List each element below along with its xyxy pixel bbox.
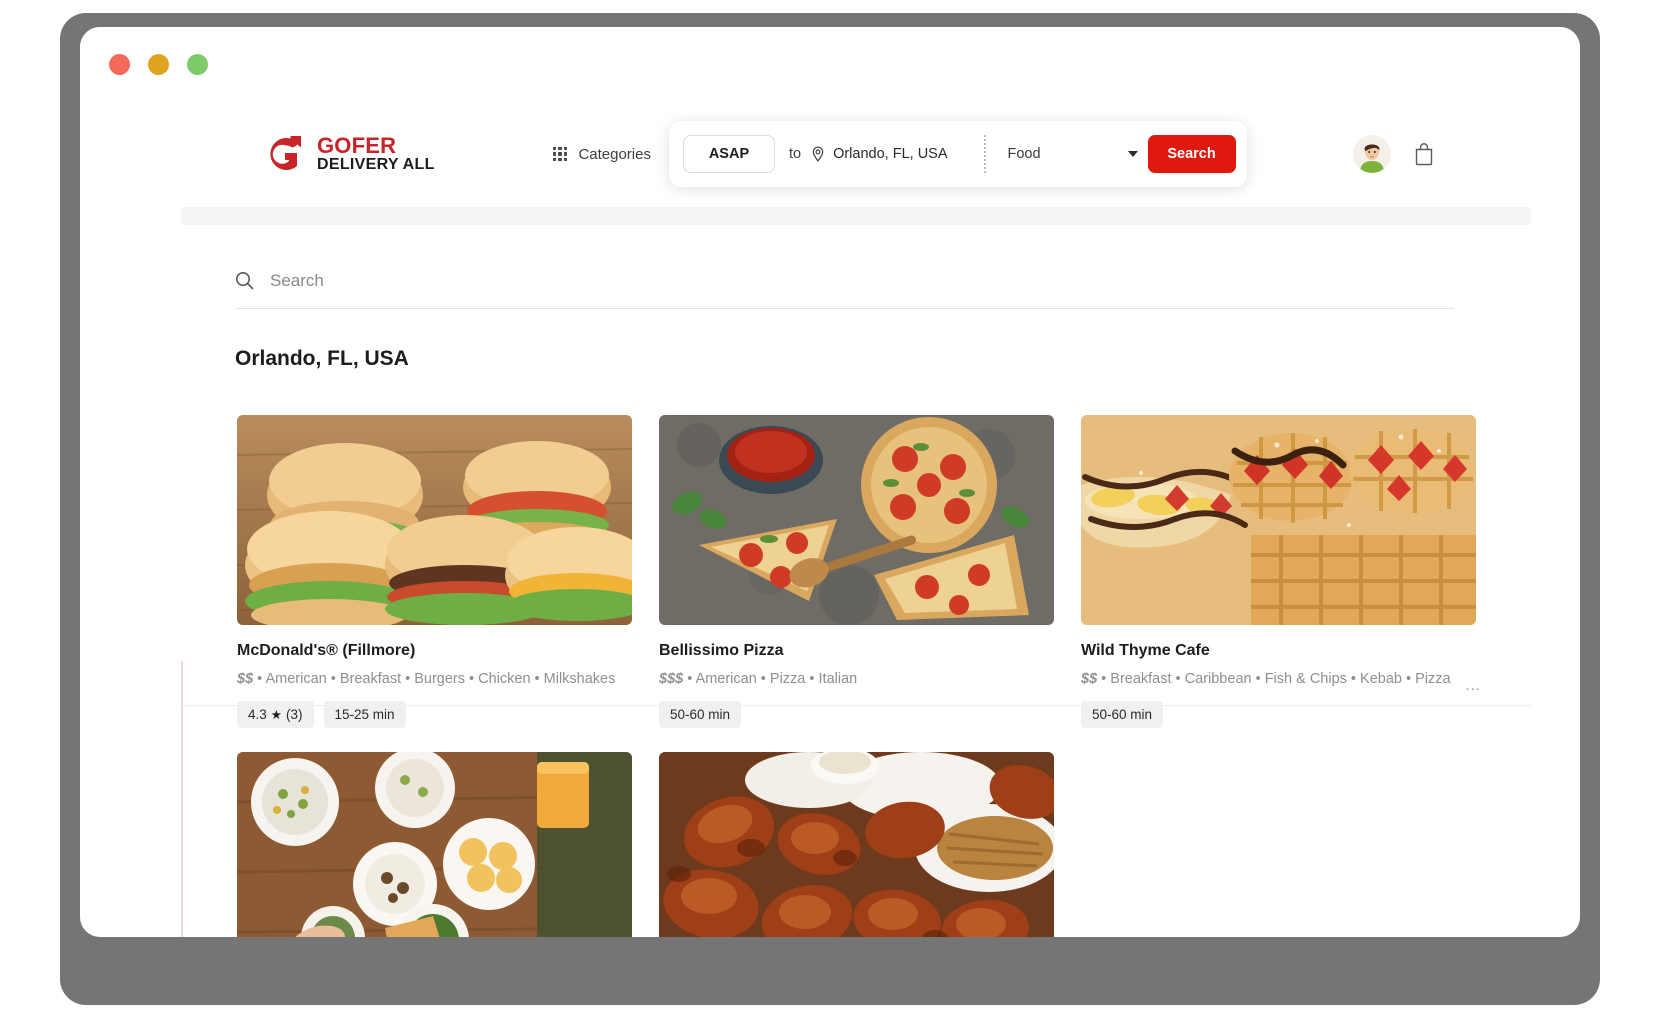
- restaurant-card[interactable]: [237, 752, 632, 937]
- star-icon: ★: [270, 708, 282, 722]
- restaurant-name: Wild Thyme Cafe: [1081, 642, 1210, 659]
- restaurant-meta: $$ • Breakfast • Caribbean • Fish & Chip…: [1081, 671, 1476, 687]
- shopping-bag-icon[interactable]: [1413, 142, 1435, 166]
- traffic-light-buttons: [109, 53, 208, 75]
- restaurant-image[interactable]: [1081, 415, 1476, 625]
- delivery-time-badge: 50-60 min: [659, 701, 742, 728]
- rating-count: (3): [286, 707, 303, 722]
- brand-tagline: DELIVERY ALL: [317, 156, 435, 174]
- brand-name: GOFER: [317, 133, 397, 159]
- chevron-down-icon: [1127, 151, 1138, 157]
- brand-logo[interactable]: GOFER DELIVERY ALL: [265, 133, 435, 175]
- rating-badge: 4.3 ★ (3): [237, 701, 314, 728]
- cuisine-tags: • American • Breakfast • Burgers • Chick…: [257, 671, 616, 687]
- to-label: to: [788, 146, 802, 162]
- close-window-button[interactable]: [109, 53, 130, 75]
- page-search-row[interactable]: Search: [235, 253, 1454, 309]
- minimize-window-button[interactable]: [148, 53, 169, 75]
- restaurant-image[interactable]: [659, 752, 1054, 937]
- restaurant-name: McDonald's® (Fillmore): [237, 642, 416, 659]
- gofer-logo-icon: [265, 133, 307, 175]
- grid-icon: [552, 146, 568, 162]
- restaurant-image[interactable]: [237, 752, 632, 937]
- page-title: Orlando, FL, USA: [235, 347, 409, 370]
- cuisine-tags: • American • Pizza • Italian: [687, 671, 858, 687]
- restaurant-meta: $$ • American • Breakfast • Burgers • Ch…: [237, 671, 632, 687]
- categories-label: Categories: [578, 145, 651, 163]
- restaurant-card[interactable]: McDonald's® (Fillmore) $$ • American • B…: [237, 415, 632, 728]
- price-level: $$$: [659, 671, 684, 687]
- browser-window: GOFER DELIVERY ALL Categories ASAP to Or…: [80, 27, 1580, 937]
- category-select[interactable]: Food: [1008, 146, 1138, 162]
- price-level: $$: [1081, 671, 1098, 687]
- categories-button[interactable]: Categories: [552, 145, 651, 163]
- search-button[interactable]: Search: [1147, 135, 1236, 173]
- user-avatar[interactable]: [1353, 135, 1391, 173]
- search-icon: [235, 271, 254, 290]
- vertical-divider: [983, 135, 986, 173]
- price-level: $$: [237, 671, 254, 687]
- restaurant-badges: 50-60 min: [659, 701, 1054, 728]
- location-pin-icon: [810, 146, 826, 162]
- restaurant-meta: $$$ • American • Pizza • Italian: [659, 671, 1054, 687]
- header-underlay-strip: [181, 207, 1531, 225]
- location-value[interactable]: Orlando, FL, USA: [833, 146, 947, 162]
- rating-value: 4.3: [248, 707, 267, 722]
- page-body: Search Orlando, FL, USA McDonald's® (Fil…: [181, 225, 1531, 937]
- window-titlebar: [80, 27, 1580, 101]
- restaurant-badges: 4.3 ★ (3) 15-25 min: [237, 701, 632, 728]
- restaurant-image[interactable]: [659, 415, 1054, 625]
- restaurant-card[interactable]: Wild Thyme Cafe $$ • Breakfast • Caribbe…: [1081, 415, 1480, 728]
- restaurant-card[interactable]: [659, 752, 1054, 937]
- restaurant-card-grid: McDonald's® (Fillmore) $$ • American • B…: [237, 415, 1480, 937]
- maximize-window-button[interactable]: [187, 53, 208, 75]
- app-header: GOFER DELIVERY ALL Categories ASAP to Or…: [101, 101, 1553, 207]
- restaurant-name: Bellissimo Pizza: [659, 642, 784, 659]
- restaurant-image[interactable]: [237, 415, 632, 625]
- category-value: Food: [1007, 146, 1041, 162]
- left-accent-bar: [181, 661, 183, 937]
- header-search-bar: ASAP to Orlando, FL, USA Food Search: [668, 121, 1247, 187]
- delivery-time-badge: 15-25 min: [323, 701, 406, 728]
- cuisine-tags: • Breakfast • Caribbean • Fish & Chips •…: [1101, 671, 1451, 687]
- brand-text: GOFER DELIVERY ALL: [317, 134, 435, 174]
- header-actions: [1353, 135, 1435, 173]
- overflow-indicator: ...: [1465, 677, 1481, 694]
- restaurant-badges: 50-60 min: [1081, 701, 1476, 728]
- delivery-time-badge: 50-60 min: [1081, 701, 1164, 728]
- search-input[interactable]: Search: [270, 271, 324, 291]
- asap-button[interactable]: ASAP: [682, 135, 775, 173]
- restaurant-card[interactable]: Bellissimo Pizza $$$ • American • Pizza …: [659, 415, 1054, 728]
